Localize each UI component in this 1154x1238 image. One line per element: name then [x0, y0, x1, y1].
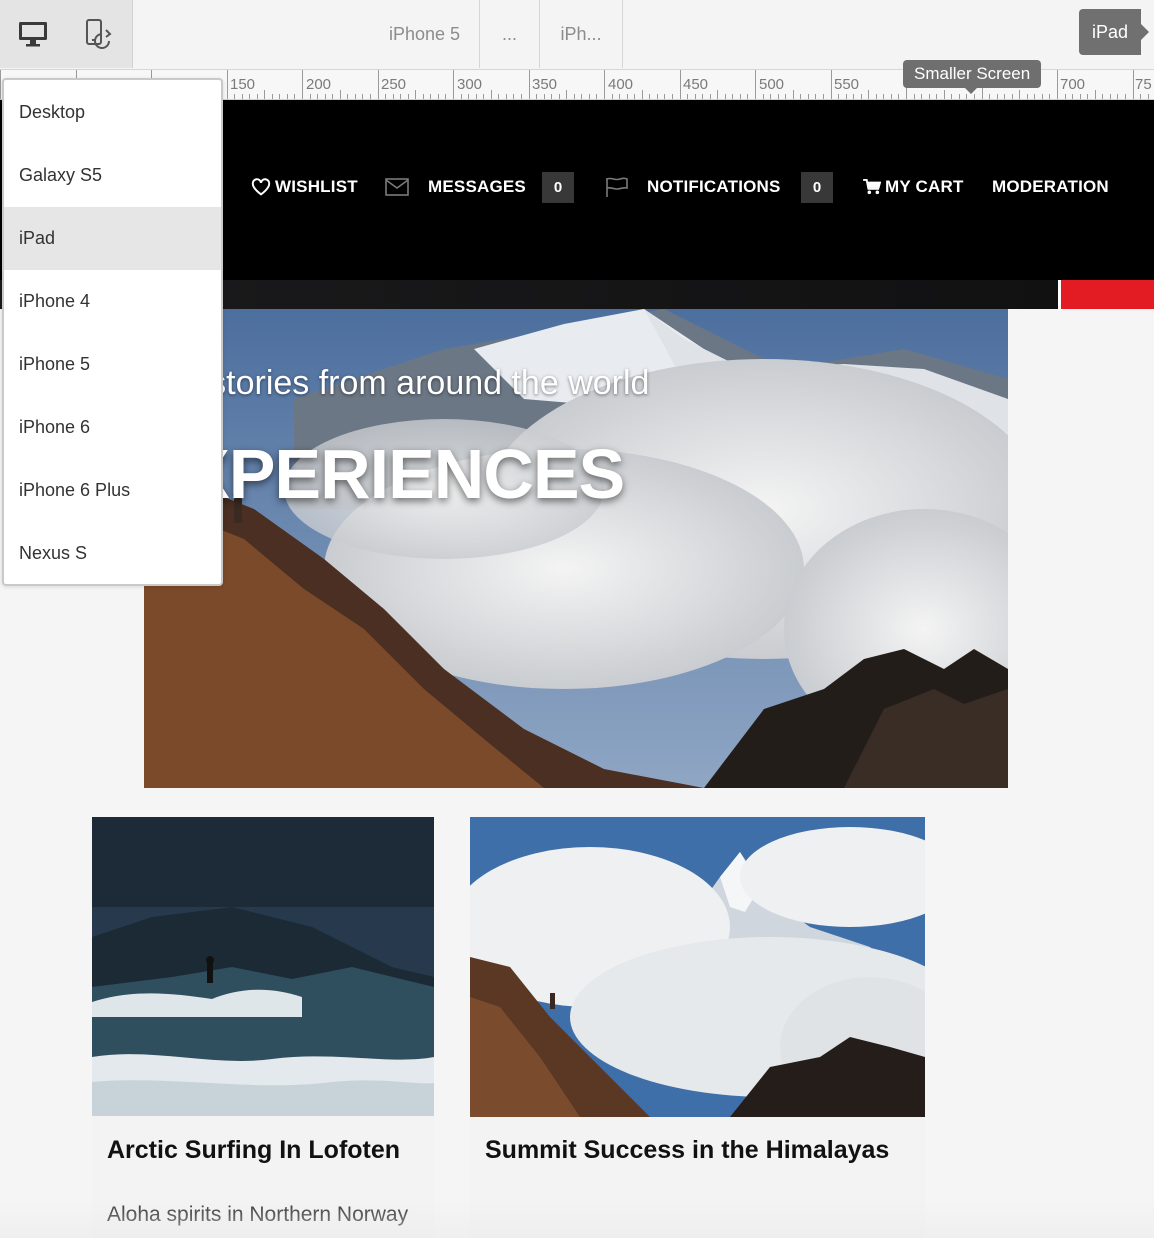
nav-notifications-label: NOTIFICATIONS	[647, 177, 781, 196]
nav-my-cart-label: MY CART	[885, 177, 964, 196]
card-title[interactable]: Summit Success in the Himalayas	[485, 1136, 889, 1165]
nav-wishlist[interactable]: WISHLIST	[251, 176, 358, 198]
flag-icon	[606, 177, 628, 197]
menu-item-ipad[interactable]: iPad	[4, 207, 221, 270]
card-image-surfing	[92, 817, 434, 1116]
ruler-label: 200	[306, 76, 332, 93]
card-image-himalayas	[470, 817, 925, 1117]
nav-messages[interactable]: MESSAGES	[385, 176, 526, 198]
menu-item-desktop[interactable]: Desktop	[4, 81, 221, 144]
envelope-icon	[385, 178, 409, 196]
desktop-icon	[19, 22, 47, 47]
notifications-count-badge: 0	[801, 172, 833, 203]
menu-item-galaxy-s5[interactable]: Galaxy S5	[4, 144, 221, 207]
smaller-screen-tooltip: Smaller Screen	[903, 60, 1042, 94]
accent-block[interactable]	[1061, 280, 1154, 309]
device-tab-overflow[interactable]: ...	[480, 0, 540, 68]
card-subtitle: Aloha spirits in Northern Norway	[107, 1203, 409, 1226]
menu-item-iphone-5[interactable]: iPhone 5	[4, 333, 221, 396]
card-title[interactable]: Arctic Surfing In Lofoten	[107, 1136, 400, 1165]
nav-moderation[interactable]: MODERATION	[992, 176, 1109, 198]
device-tab-iphone5[interactable]: iPhone 5	[370, 0, 480, 68]
ruler-label: 75	[1135, 76, 1152, 93]
current-device-marker[interactable]: iPad	[1079, 9, 1149, 55]
hero-title: XPERIENCES	[183, 435, 625, 513]
ruler-label: 300	[457, 76, 483, 93]
ruler-label: 250	[381, 76, 407, 93]
story-card-arctic-surfing[interactable]: Arctic Surfing In Lofoten Aloha spirits …	[92, 817, 434, 1238]
menu-item-nexus-s[interactable]: Nexus S	[4, 522, 221, 585]
device-tab-iphone-truncated[interactable]: iPh...	[540, 0, 623, 68]
nav-messages-label: MESSAGES	[428, 177, 526, 196]
ruler-label: 500	[759, 76, 785, 93]
cart-icon	[863, 179, 881, 195]
device-dropdown-menu: Desktop Galaxy S5 iPad iPhone 4 iPhone 5…	[2, 78, 223, 586]
nav-notifications[interactable]: NOTIFICATIONS	[605, 176, 781, 198]
desktop-button[interactable]	[0, 0, 66, 68]
ruler-label: 400	[608, 76, 634, 93]
menu-item-iphone-4[interactable]: iPhone 4	[4, 270, 221, 333]
rotate-device-button[interactable]	[66, 0, 133, 68]
heart-icon	[251, 178, 271, 196]
menu-item-iphone-6[interactable]: iPhone 6	[4, 396, 221, 459]
ruler-label: 150	[230, 76, 256, 93]
ruler-label: 550	[834, 76, 860, 93]
story-card-himalayas[interactable]: Summit Success in the Himalayas	[470, 817, 925, 1238]
messages-count-badge: 0	[542, 172, 574, 203]
ruler-label: 700	[1060, 76, 1086, 93]
ruler-label: 350	[532, 76, 558, 93]
nav-wishlist-label: WISHLIST	[275, 177, 358, 196]
menu-item-iphone-6-plus[interactable]: iPhone 6 Plus	[4, 459, 221, 522]
rotate-device-icon	[86, 19, 112, 49]
nav-my-cart[interactable]: MY CART	[863, 176, 964, 198]
ruler-label: 450	[683, 76, 709, 93]
